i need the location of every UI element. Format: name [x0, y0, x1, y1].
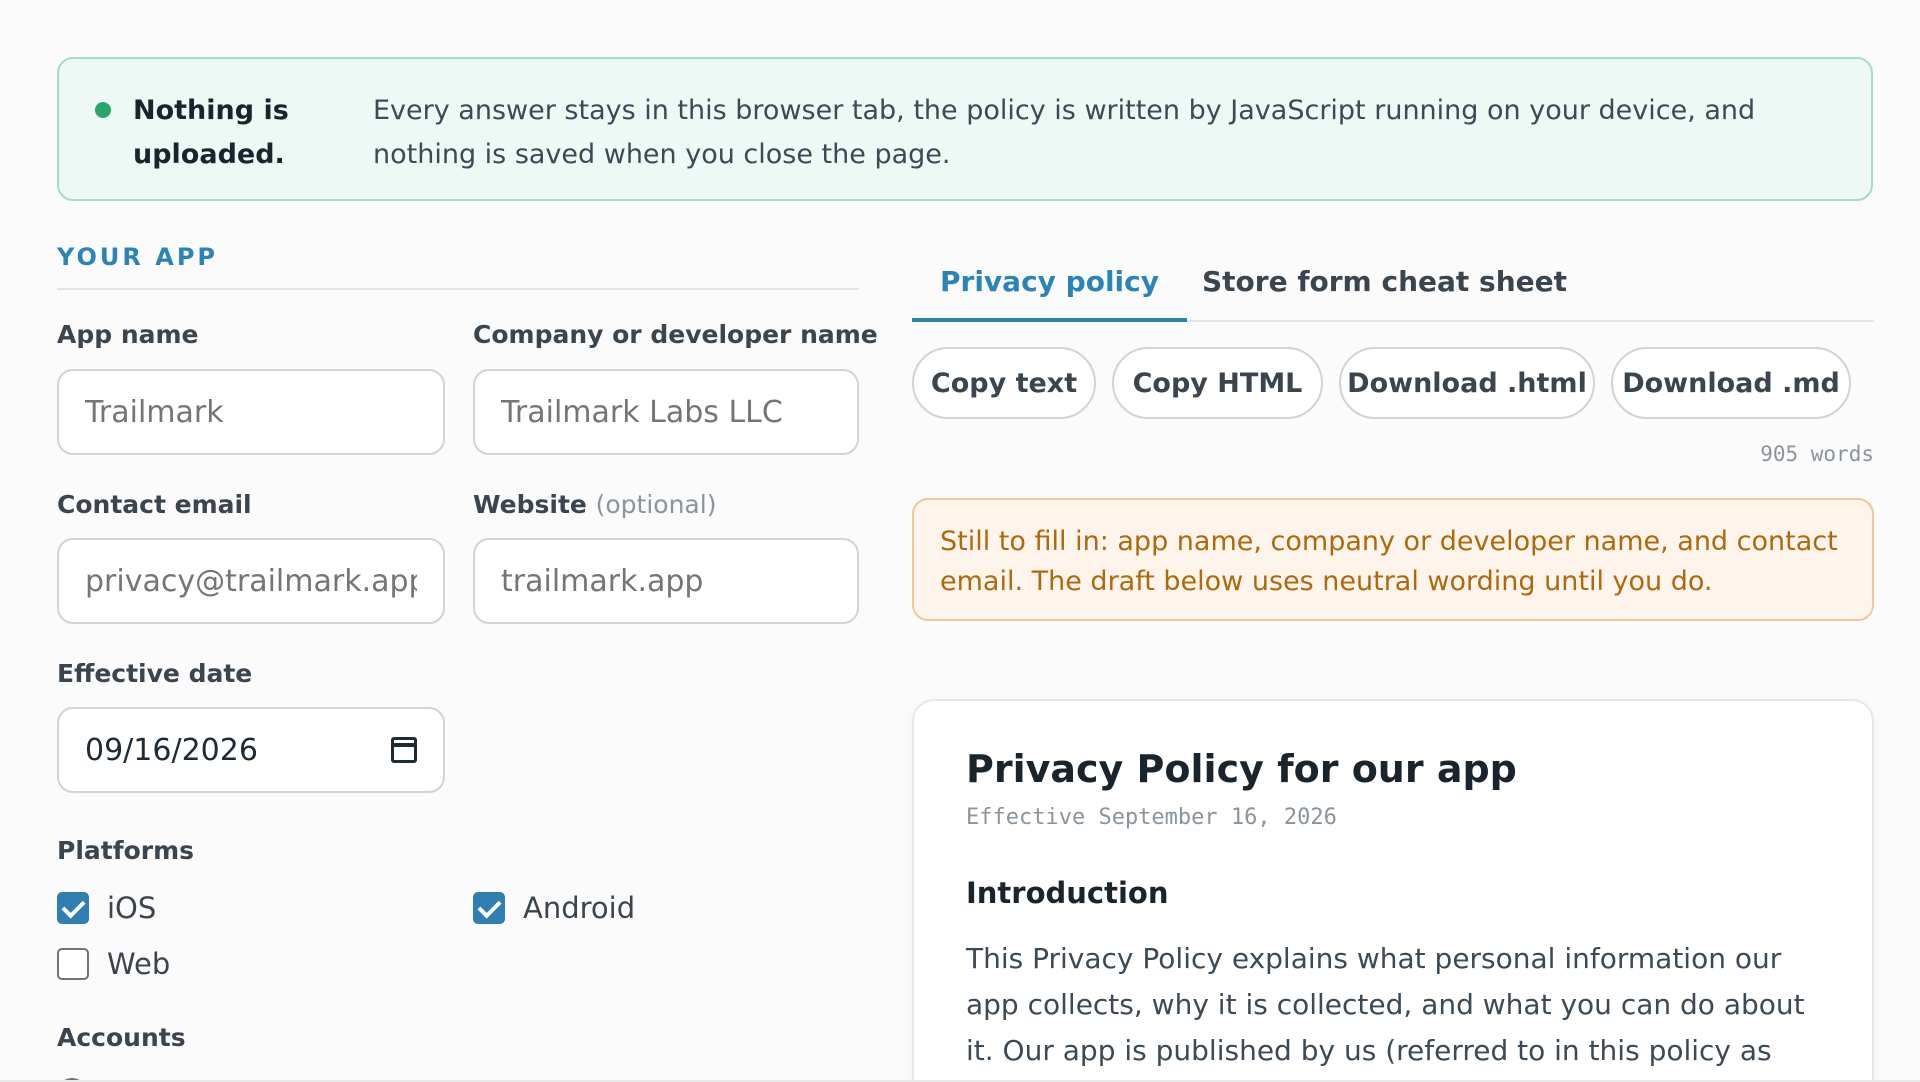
policy-effective-date: Effective September 16, 2026: [966, 805, 1337, 830]
optional-hint: (optional): [595, 490, 717, 519]
effective-date-input[interactable]: 09/16/2026: [57, 707, 445, 793]
policy-title: Privacy Policy for our app: [966, 747, 1517, 791]
app-name-input[interactable]: [57, 369, 445, 455]
platform-ios-checkbox[interactable]: iOS: [57, 891, 156, 925]
checkbox-checked-icon[interactable]: [57, 892, 89, 924]
tab-store-cheat-sheet[interactable]: Store form cheat sheet: [1174, 262, 1595, 322]
page: Nothing is uploaded. Every answer stays …: [0, 0, 1920, 1082]
company-input[interactable]: [473, 369, 859, 455]
privacy-banner: Nothing is uploaded. Every answer stays …: [57, 57, 1873, 201]
policy-intro-heading: Introduction: [966, 876, 1169, 910]
banner-text: Every answer stays in this browser tab, …: [373, 95, 1756, 170]
tab-privacy-policy[interactable]: Privacy policy: [912, 262, 1187, 322]
platform-android-checkbox[interactable]: Android: [473, 891, 635, 925]
website-label: Website (optional): [473, 490, 716, 519]
effective-date-label: Effective date: [57, 659, 253, 688]
effective-date-value: 09/16/2026: [85, 732, 258, 768]
platform-android-label: Android: [523, 891, 636, 925]
output-tabs: Privacy policy Store form cheat sheet: [912, 262, 1874, 322]
email-input[interactable]: [57, 538, 445, 624]
copy-text-button[interactable]: Copy text: [912, 347, 1096, 419]
platforms-label: Platforms: [57, 836, 195, 865]
platform-ios-label: iOS: [107, 891, 157, 925]
policy-preview: Privacy Policy for our app Effective Sep…: [912, 699, 1874, 1082]
banner-headline: Nothing is uploaded.: [133, 95, 289, 170]
missing-fields-warning: Still to fill in: app name, company or d…: [912, 498, 1874, 621]
calendar-icon[interactable]: [391, 737, 417, 763]
app-name-label: App name: [57, 320, 199, 349]
download-md-button[interactable]: Download .md: [1611, 347, 1851, 419]
platform-web-label: Web: [107, 947, 171, 981]
section-title: YOUR APP: [57, 243, 219, 271]
checkbox-checked-icon[interactable]: [473, 892, 505, 924]
download-html-button[interactable]: Download .html: [1339, 347, 1595, 419]
checkbox-unchecked-icon[interactable]: [57, 948, 89, 980]
copy-html-button[interactable]: Copy HTML: [1112, 347, 1323, 419]
policy-intro-text: This Privacy Policy explains what person…: [966, 942, 1805, 1067]
accounts-label: Accounts: [57, 1023, 186, 1052]
status-dot-icon: [95, 102, 111, 118]
website-input[interactable]: [473, 538, 859, 624]
website-label-text: Website: [473, 490, 587, 519]
section-divider: [57, 288, 859, 290]
word-count: 905 words: [1760, 442, 1874, 466]
platform-web-checkbox[interactable]: Web: [57, 947, 170, 981]
email-label: Contact email: [57, 490, 252, 519]
company-label: Company or developer name: [473, 320, 878, 349]
